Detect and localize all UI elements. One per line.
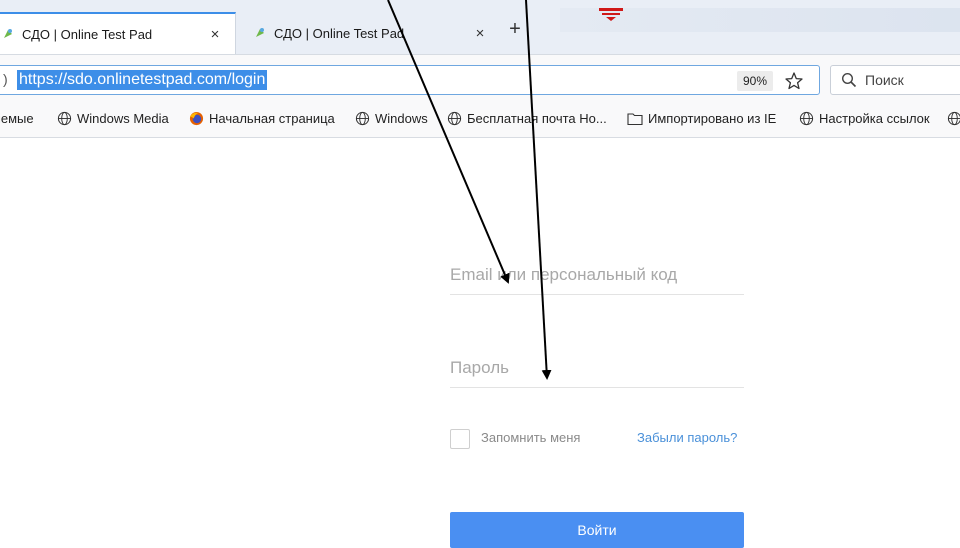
url-left-edge: ) [3, 71, 8, 87]
tab-title: СДО | Online Test Pad [274, 25, 405, 41]
bookmark-link-settings[interactable]: Настройка ссылок [799, 111, 930, 126]
firefox-icon [189, 111, 204, 126]
tab-inactive[interactable]: СДО | Online Test Pad × [238, 12, 500, 54]
tab-title: СДО | Online Test Pad [22, 26, 153, 42]
search-box[interactable]: Поиск [830, 65, 960, 95]
remember-label[interactable]: Запомнить меня [481, 430, 580, 445]
bookmark-windows[interactable]: Windows [355, 111, 428, 126]
bookmark-overflow[interactable] [947, 111, 960, 126]
bookmark-partial[interactable]: іемые [0, 111, 34, 126]
bookmark-free-mail[interactable]: Бесплатная почта Но... [447, 111, 607, 126]
url-text[interactable]: https://sdo.onlinetestpad.com/login [17, 70, 268, 90]
password-field[interactable] [450, 349, 744, 388]
bookmark-home-page[interactable]: Начальная страница [189, 111, 335, 126]
zoom-indicator[interactable]: 90% [737, 71, 773, 91]
globe-icon [57, 111, 72, 126]
navigation-bar: ) https://sdo.onlinetestpad.com/login 90… [0, 54, 960, 103]
tab-active[interactable]: СДО | Online Test Pad × [0, 12, 236, 54]
bookmark-imported-ie[interactable]: Импортировано из IE [627, 111, 776, 126]
address-bar[interactable]: ) https://sdo.onlinetestpad.com/login 90… [0, 65, 820, 95]
bookmark-windows-media[interactable]: Windows Media [57, 111, 169, 126]
site-favicon-icon [256, 28, 264, 37]
tab-close-icon[interactable]: × [470, 25, 490, 42]
bookmark-label: Windows Media [77, 111, 169, 126]
globe-icon [447, 111, 462, 126]
remember-checkbox[interactable] [450, 429, 470, 449]
search-placeholder: Поиск [865, 72, 904, 88]
bookmark-label: Начальная страница [209, 111, 335, 126]
red-marker-icon [599, 8, 623, 21]
bookmarks-bar: іемые Windows Media Начальная страница W… [0, 103, 960, 138]
bookmark-star-icon[interactable] [781, 68, 807, 94]
new-tab-button[interactable]: + [505, 18, 525, 41]
password-input[interactable] [450, 349, 744, 387]
bookmark-label: Настройка ссылок [819, 111, 930, 126]
globe-icon [355, 111, 370, 126]
bookmark-label: Бесплатная почта Но... [467, 111, 607, 126]
bookmark-label: іемые [0, 111, 34, 126]
folder-icon [627, 112, 643, 125]
globe-icon [799, 111, 814, 126]
email-input[interactable] [450, 256, 744, 294]
login-button[interactable]: Войти [450, 512, 744, 548]
tab-strip: СДО | Online Test Pad × СДО | Online Tes… [0, 0, 960, 54]
bookmark-label: Импортировано из IE [648, 111, 777, 126]
forgot-password-link[interactable]: Забыли пароль? [637, 430, 737, 445]
tab-close-icon[interactable]: × [205, 26, 225, 43]
search-icon [841, 72, 857, 88]
globe-icon [947, 111, 960, 126]
bookmark-label: Windows [375, 111, 428, 126]
email-field[interactable] [450, 256, 744, 295]
site-favicon-icon [4, 29, 12, 38]
